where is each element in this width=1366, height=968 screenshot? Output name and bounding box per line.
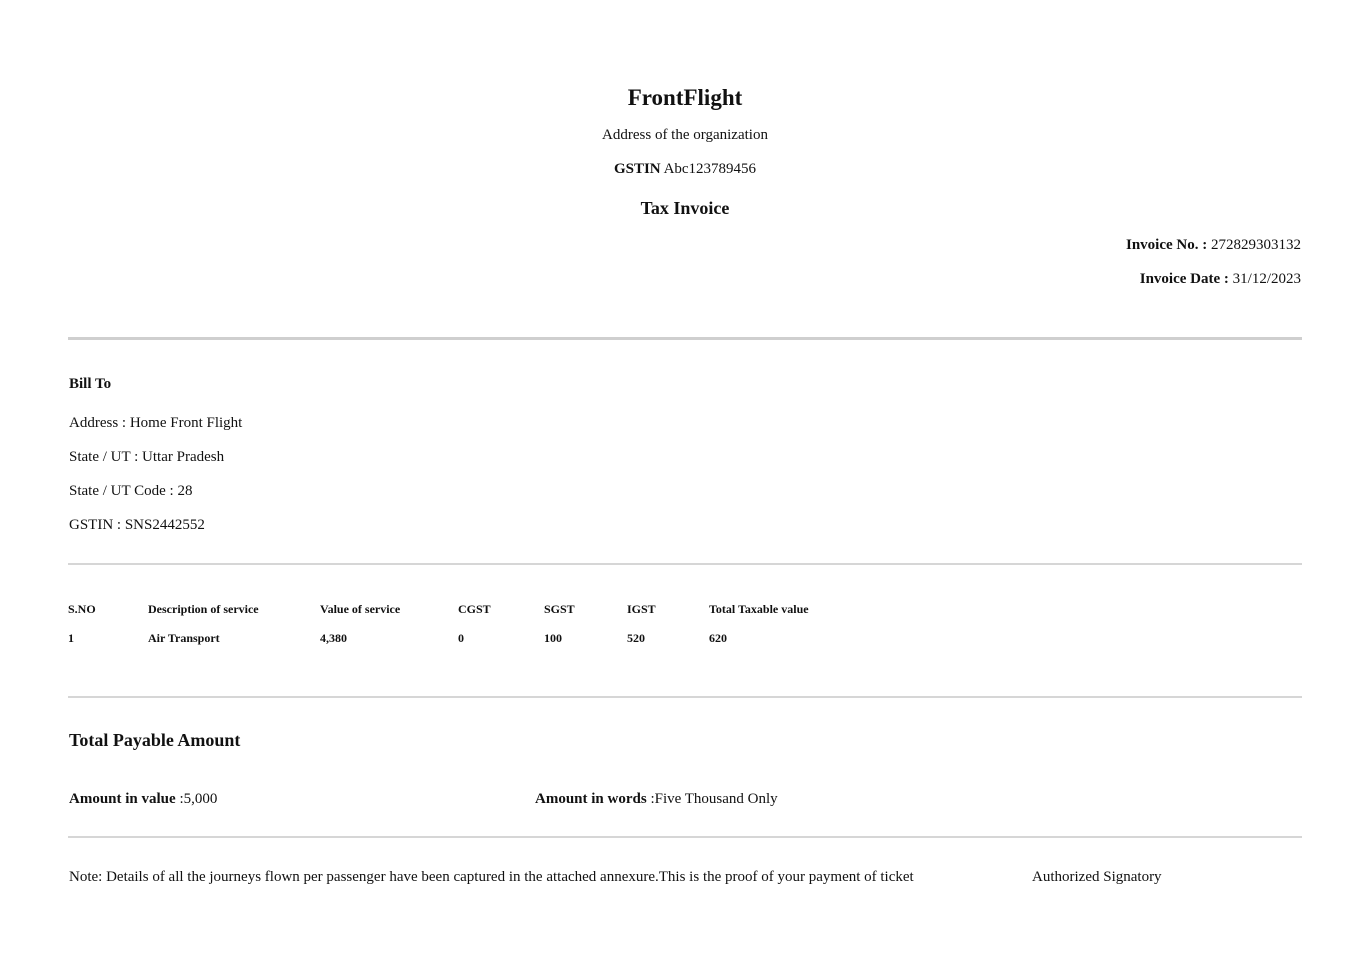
amount-in-value-text: :5,000 xyxy=(175,791,218,807)
footer-note: Note: Details of all the journeys flown … xyxy=(69,869,914,885)
document-title: Tax Invoice xyxy=(640,198,730,218)
bill-to-address: Address : Home Front Flight xyxy=(69,415,243,431)
totals-divider xyxy=(68,836,1302,838)
total-payable-heading: Total Payable Amount xyxy=(69,730,241,750)
amount-in-value: Amount in value :5,000 xyxy=(69,790,217,808)
bill-to-state: State / UT : Uttar Pradesh xyxy=(69,449,225,465)
header-igst: IGST xyxy=(627,602,656,616)
header-value: Value of service xyxy=(320,602,401,616)
invoice-page: FrontFlight Address of the organization … xyxy=(68,0,1302,885)
bill-to-section: Bill To Address : Home Front Flight Stat… xyxy=(69,375,242,550)
organization-gstin-value: Abc123789456 xyxy=(663,161,757,177)
invoice-header: FrontFlight Address of the organization … xyxy=(68,0,1302,219)
header-divider xyxy=(68,337,1302,340)
organization-name: FrontFlight xyxy=(627,85,743,110)
amount-in-words-label: Amount in words xyxy=(535,791,647,807)
organization-gstin: GSTIN Abc123789456 xyxy=(68,160,1302,178)
organization-gstin-label: GSTIN xyxy=(613,161,661,177)
cell-total-taxable: 620 xyxy=(709,631,727,645)
header-sgst: SGST xyxy=(544,602,575,616)
organization-address: Address of the organization xyxy=(602,127,768,143)
cell-cgst: 0 xyxy=(458,631,464,645)
bill-to-heading: Bill To xyxy=(69,376,112,392)
cell-value: 4,380 xyxy=(320,631,347,645)
bill-to-divider xyxy=(68,563,1302,565)
invoice-number: Invoice No. : 272829303132 xyxy=(68,236,1301,254)
header-sno: S.NO xyxy=(68,602,96,616)
cell-igst: 520 xyxy=(627,631,645,645)
invoice-number-label: Invoice No. : xyxy=(1126,237,1208,253)
table-row: 1 Air Transport 4,380 0 100 520 620 xyxy=(68,629,849,647)
invoice-date: Invoice Date : 31/12/2023 xyxy=(68,270,1301,288)
amount-in-value-label: Amount in value xyxy=(69,791,176,807)
services-table: S.NO Description of service Value of ser… xyxy=(68,600,849,647)
authorized-signatory: Authorized Signatory xyxy=(1032,869,1162,885)
cell-sgst: 100 xyxy=(544,631,562,645)
amount-in-words-text: :Five Thousand Only xyxy=(646,791,778,807)
invoice-date-value: 31/12/2023 xyxy=(1232,271,1301,287)
bill-to-gstin: GSTIN : SNS2442552 xyxy=(69,517,205,533)
header-description: Description of service xyxy=(148,602,259,616)
invoice-date-label: Invoice Date : xyxy=(1139,271,1229,287)
table-header-row: S.NO Description of service Value of ser… xyxy=(68,600,849,629)
cell-sno: 1 xyxy=(68,631,74,645)
header-cgst: CGST xyxy=(458,602,491,616)
invoice-meta: Invoice No. : 272829303132 Invoice Date … xyxy=(68,236,1302,288)
bill-to-state-code: State / UT Code : 28 xyxy=(69,483,193,499)
table-divider xyxy=(68,696,1302,698)
cell-description: Air Transport xyxy=(148,631,220,645)
invoice-number-value: 272829303132 xyxy=(1211,237,1301,253)
header-total-taxable: Total Taxable value xyxy=(709,602,809,616)
amount-in-words: Amount in words :Five Thousand Only xyxy=(535,790,778,808)
